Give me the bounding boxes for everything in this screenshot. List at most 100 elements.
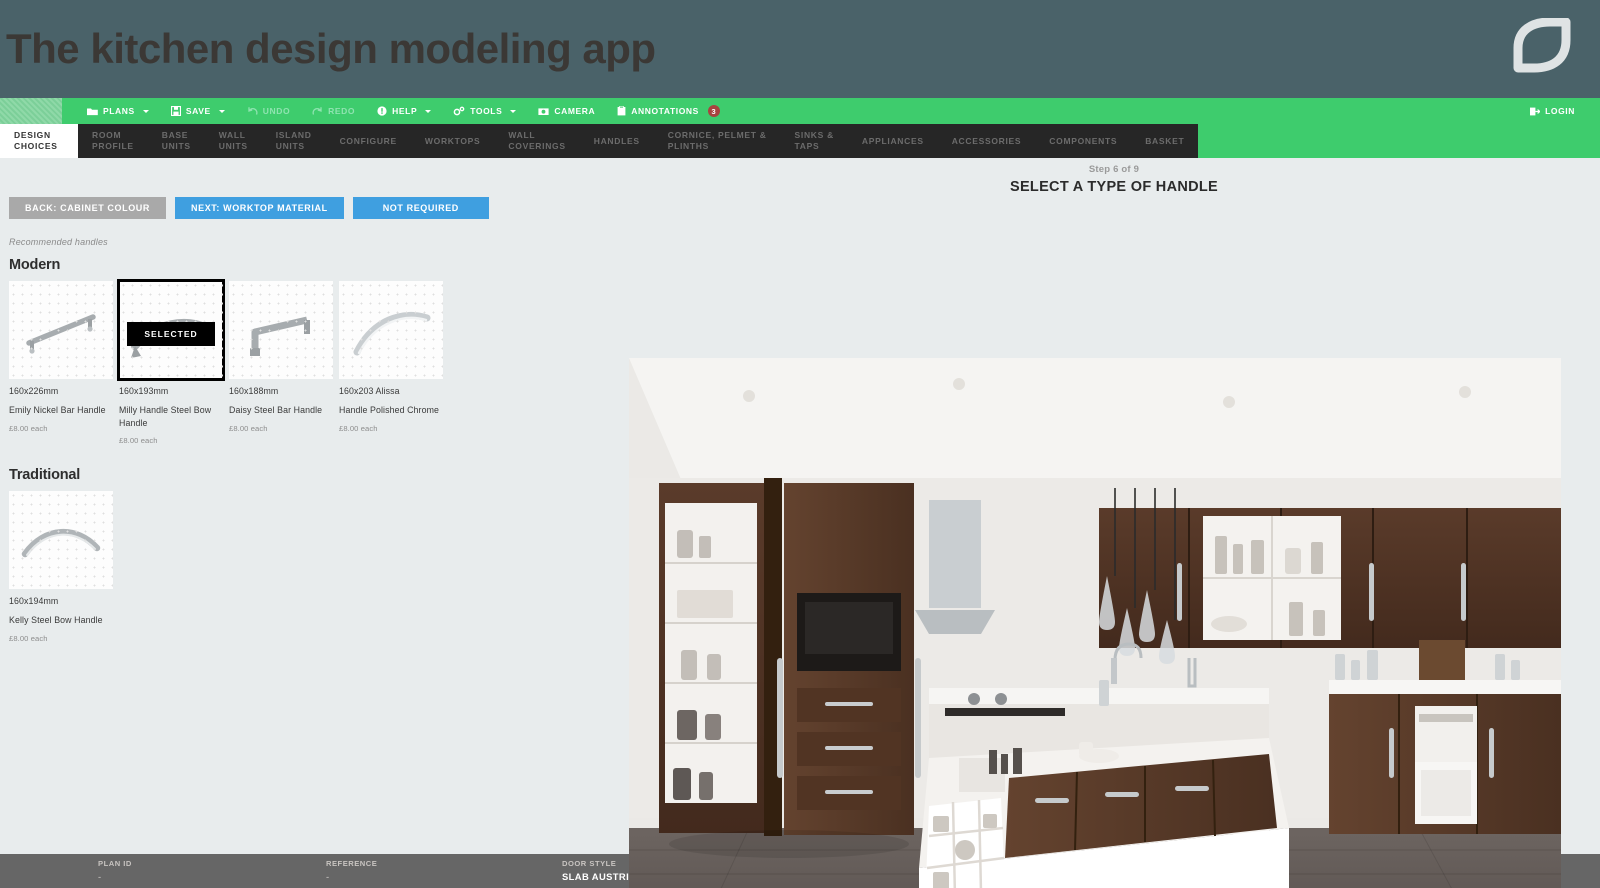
footer-label: PLAN ID bbox=[98, 858, 132, 868]
options-panel: BACK: CABINET COLOUR NEXT: WORKTOP MATER… bbox=[0, 158, 628, 854]
next-button[interactable]: NEXT: WORKTOP MATERIAL bbox=[175, 197, 344, 219]
nav-item-appliances[interactable]: APPLIANCES bbox=[848, 124, 938, 158]
nav-item-design-choices[interactable]: DESIGN CHOICES bbox=[0, 124, 78, 158]
annotations-count-badge: 3 bbox=[707, 105, 720, 117]
toolbar-annotations-button[interactable]: ANNOTATIONS 3 bbox=[606, 98, 731, 124]
handle-size: 160x226mm bbox=[9, 386, 59, 396]
handle-size: 160x188mm bbox=[229, 386, 279, 396]
toolbar-save-button[interactable]: SAVE bbox=[160, 98, 236, 124]
back-button[interactable]: BACK: CABINET COLOUR bbox=[9, 197, 166, 219]
toolbar-camera-label: CAMERA bbox=[554, 106, 596, 116]
handle-card-selected[interactable]: SELECTED 160x193mm Milly Handle Steel Bo… bbox=[117, 279, 225, 446]
handle-name: Milly Handle Steel Bow Handle bbox=[119, 404, 212, 428]
chevron-down-icon bbox=[510, 109, 517, 113]
handle-card[interactable]: 160x194mm Kelly Steel Bow Handle £8.00 e… bbox=[9, 491, 113, 643]
toolbar-items: PLANS SAVE UNDO REDO HELP TOOLS CAMERA A… bbox=[62, 98, 731, 124]
handle-grid-modern: 160x226mm Emily Nickel Bar Handle £8.00 … bbox=[9, 279, 628, 446]
main-content: BACK: CABINET COLOUR NEXT: WORKTOP MATER… bbox=[0, 158, 1600, 888]
login-label: LOGIN bbox=[1545, 106, 1575, 116]
save-disk-icon bbox=[170, 106, 181, 116]
chevron-down-icon bbox=[142, 109, 149, 113]
nav-item-cornice-pelmet-plinths[interactable]: CORNICE, PELMET & PLINTHS bbox=[654, 124, 781, 158]
toolbar-help-button[interactable]: HELP bbox=[366, 98, 442, 124]
toolbar-undo-label: UNDO bbox=[262, 106, 291, 116]
selected-badge: SELECTED bbox=[127, 322, 215, 346]
toolbar-annotations-label: ANNOTATIONS bbox=[631, 106, 699, 116]
nav-item-island-units[interactable]: ISLAND UNITS bbox=[262, 124, 326, 158]
toolbar-tools-button[interactable]: TOOLS bbox=[442, 98, 527, 124]
dot-pattern bbox=[9, 281, 113, 379]
footer-value: - bbox=[98, 870, 102, 882]
handle-price: £8.00 each bbox=[9, 633, 48, 643]
handle-image: SELECTED bbox=[117, 279, 225, 381]
clipboard-icon bbox=[617, 106, 626, 116]
toolbar-tools-label: TOOLS bbox=[470, 106, 503, 116]
handle-card[interactable]: 160x188mm Daisy Steel Bar Handle £8.00 e… bbox=[229, 281, 333, 445]
toolbar-redo-button[interactable]: REDO bbox=[301, 98, 366, 124]
kitchen-render bbox=[629, 358, 1561, 888]
handle-name: Kelly Steel Bow Handle bbox=[9, 615, 103, 625]
handle-image bbox=[9, 281, 113, 379]
handle-price: £8.00 each bbox=[119, 436, 158, 446]
toolbar-undo-button[interactable]: UNDO bbox=[236, 98, 301, 124]
handle-card[interactable]: 160x226mm Emily Nickel Bar Handle £8.00 … bbox=[9, 281, 113, 445]
undo-arrow-icon bbox=[247, 106, 258, 116]
toolbar-plans-button[interactable]: PLANS bbox=[76, 98, 160, 124]
leaf-logo-icon bbox=[1513, 18, 1571, 73]
folder-icon bbox=[87, 107, 98, 116]
texture-swatch bbox=[0, 98, 62, 124]
nav-item-wall-coverings[interactable]: WALL COVERINGS bbox=[494, 124, 579, 158]
footer-field-reference: REFERENCE - bbox=[326, 859, 562, 883]
dot-pattern bbox=[229, 281, 333, 379]
toolbar-camera-button[interactable]: CAMERA bbox=[527, 98, 606, 124]
toolbar-right: LOGIN bbox=[1519, 98, 1600, 124]
camera-icon bbox=[538, 107, 549, 116]
preview-panel: Step 6 of 9 SELECT A TYPE OF HANDLE bbox=[628, 158, 1600, 888]
footer-field-plan-id: PLAN ID - bbox=[98, 859, 326, 883]
handle-image bbox=[339, 281, 443, 379]
nav-item-wall-units[interactable]: WALL UNITS bbox=[205, 124, 262, 158]
app-header: The kitchen design modeling app bbox=[0, 0, 1600, 98]
footer-value: - bbox=[326, 870, 330, 882]
toolbar-plans-label: PLANS bbox=[103, 106, 135, 116]
chevron-down-icon bbox=[218, 109, 225, 113]
handle-size: 160x193mm bbox=[119, 386, 169, 396]
step-counter: Step 6 of 9 bbox=[1088, 164, 1140, 175]
not-required-button[interactable]: NOT REQUIRED bbox=[352, 197, 489, 219]
handle-card[interactable]: 160x203 Alissa Handle Polished Chrome £8… bbox=[339, 281, 443, 445]
toolbar-redo-label: REDO bbox=[328, 106, 356, 116]
group-title-traditional: Traditional bbox=[9, 467, 81, 484]
handle-size: 160x203 Alissa bbox=[339, 386, 400, 396]
step-title: SELECT A TYPE OF HANDLE bbox=[1009, 179, 1219, 195]
recommended-note: Recommended handles bbox=[9, 237, 108, 247]
nav-item-accessories[interactable]: ACCESSORIES bbox=[938, 124, 1036, 158]
handle-name: Emily Nickel Bar Handle bbox=[9, 404, 106, 415]
login-button[interactable]: LOGIN bbox=[1519, 98, 1586, 124]
section-nav: DESIGN CHOICES ROOM PROFILE BASE UNITS W… bbox=[0, 124, 1600, 158]
dot-pattern bbox=[9, 491, 113, 590]
handle-price: £8.00 each bbox=[9, 423, 48, 433]
group-title-modern: Modern bbox=[9, 257, 61, 273]
nav-item-components[interactable]: COMPONENTS bbox=[1035, 124, 1131, 158]
handle-price: £8.00 each bbox=[229, 423, 268, 433]
nav-item-base-units[interactable]: BASE UNITS bbox=[148, 124, 205, 158]
handle-image bbox=[9, 491, 113, 590]
gears-icon bbox=[453, 106, 465, 116]
login-arrow-icon bbox=[1530, 107, 1541, 116]
nav-item-room-profile[interactable]: ROOM PROFILE bbox=[78, 124, 148, 158]
dot-pattern bbox=[339, 281, 443, 379]
handle-image bbox=[229, 281, 333, 379]
handle-name: Handle Polished Chrome bbox=[339, 404, 439, 415]
handle-size: 160x194mm bbox=[9, 596, 59, 607]
nav-item-configure[interactable]: CONFIGURE bbox=[326, 124, 411, 158]
nav-item-worktops[interactable]: WORKTOPS bbox=[411, 124, 495, 158]
redo-arrow-icon bbox=[312, 106, 323, 116]
handle-grid-traditional: 160x194mm Kelly Steel Bow Handle £8.00 e… bbox=[9, 491, 628, 643]
nav-item-handles[interactable]: HANDLES bbox=[580, 124, 654, 158]
kitchen-3d-viewport[interactable] bbox=[629, 358, 1561, 888]
footer-label: REFERENCE bbox=[326, 858, 378, 868]
nav-item-sinks-taps[interactable]: SINKS & TAPS bbox=[781, 124, 848, 158]
chevron-down-icon bbox=[425, 109, 432, 113]
nav-item-basket[interactable]: BASKET bbox=[1131, 124, 1198, 158]
handle-price: £8.00 each bbox=[339, 423, 378, 433]
